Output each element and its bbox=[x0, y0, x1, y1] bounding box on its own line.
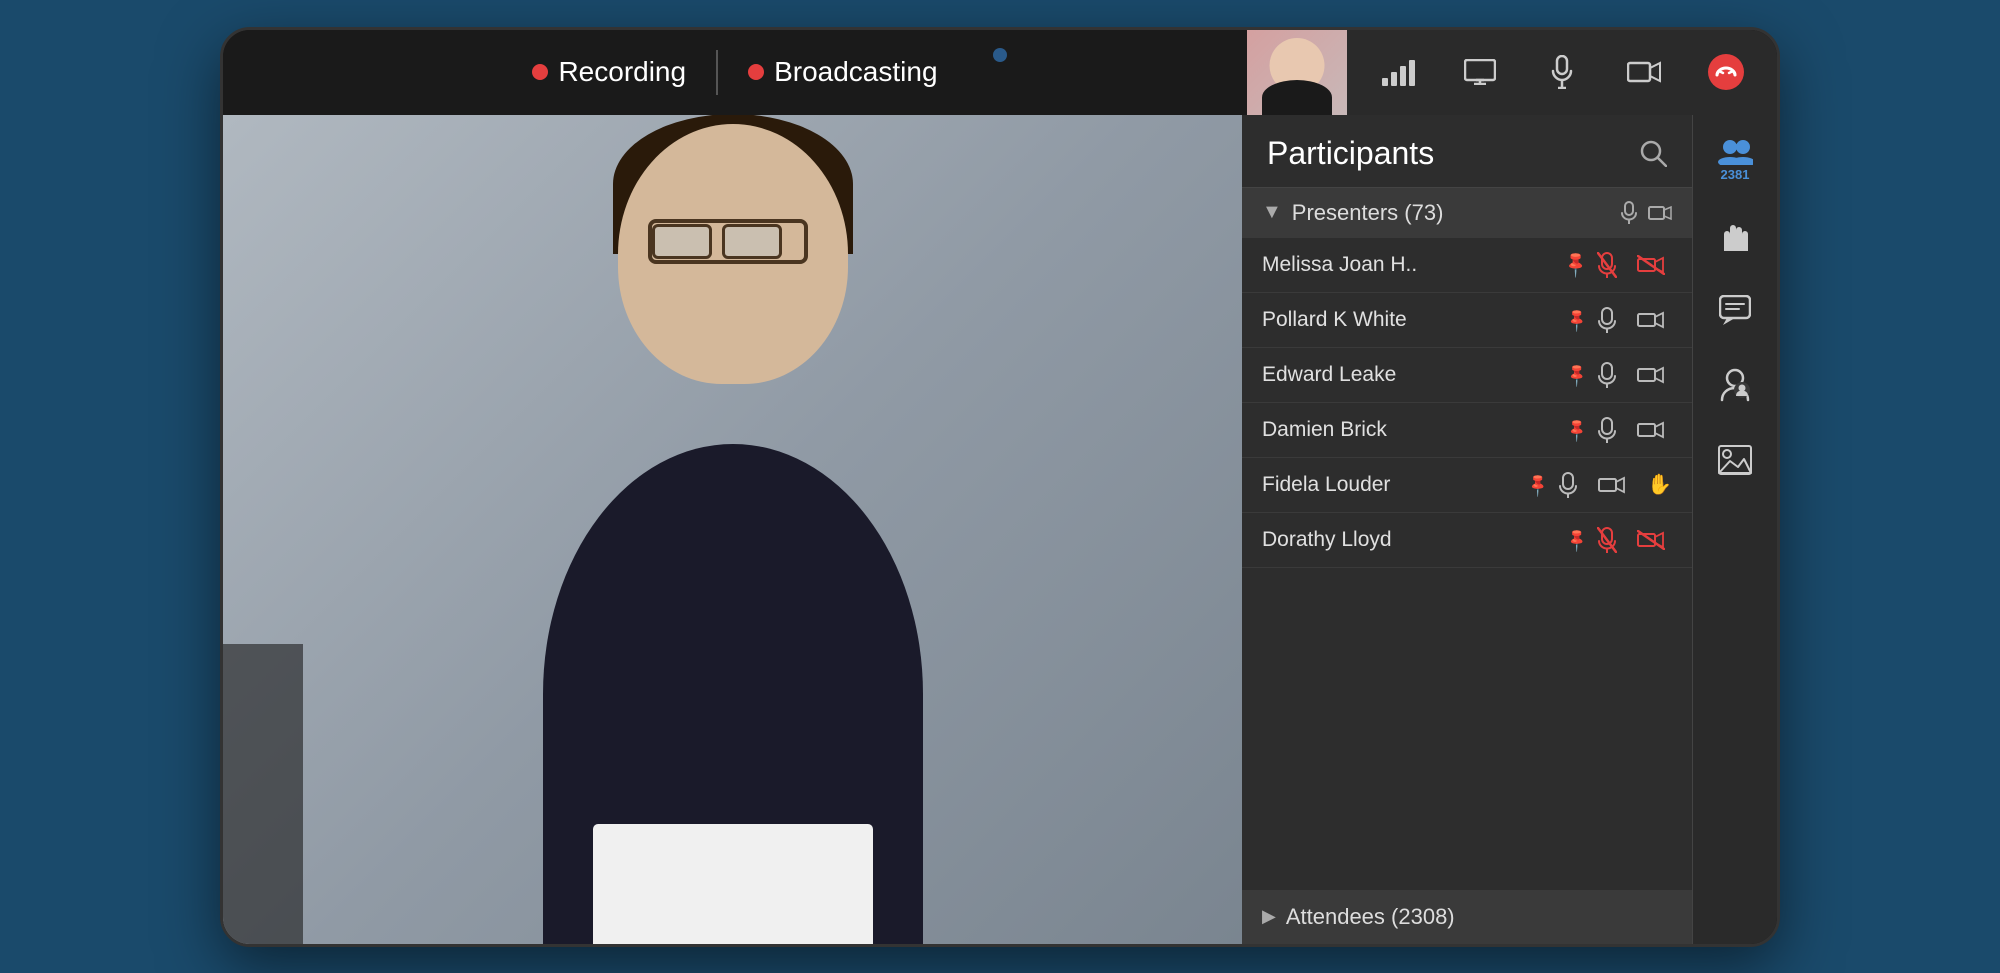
recording-status: Recording bbox=[532, 56, 686, 88]
mic-off-icon bbox=[1597, 527, 1627, 553]
sidebar-participants-button[interactable]: 2381 bbox=[1700, 125, 1770, 195]
raise-hand-small-icon: ✋ bbox=[1647, 472, 1672, 497]
section-mic-icon bbox=[1620, 201, 1638, 225]
participant-name: Fidela Louder bbox=[1262, 473, 1518, 497]
participants-panel: Participants ▼ Presenters (73) bbox=[1242, 115, 1692, 944]
mic-on-icon bbox=[1558, 472, 1588, 498]
participant-row: Melissa Joan H.. 📌 bbox=[1242, 238, 1692, 293]
pin-icon: 📌 bbox=[1563, 415, 1591, 443]
small-figure bbox=[223, 644, 303, 944]
top-bar: Recording Broadcasting bbox=[223, 30, 1777, 115]
panel-header: Participants bbox=[1242, 115, 1692, 188]
panel-title: Participants bbox=[1267, 135, 1434, 172]
search-button[interactable] bbox=[1639, 139, 1667, 167]
participant-row: Dorathy Lloyd 📌 bbox=[1242, 513, 1692, 568]
mic-on-icon bbox=[1597, 362, 1627, 388]
camera-icon[interactable] bbox=[1619, 47, 1669, 97]
participant-row: Pollard K White 📌 bbox=[1242, 293, 1692, 348]
avatar-body bbox=[1262, 80, 1332, 115]
broadcasting-status: Broadcasting bbox=[748, 56, 937, 88]
video-background bbox=[223, 115, 1242, 944]
recording-area: Recording Broadcasting bbox=[223, 50, 1247, 95]
participant-name: Dorathy Lloyd bbox=[1262, 528, 1557, 552]
participant-count: 2381 bbox=[1721, 167, 1750, 182]
attendees-label: Attendees (2308) bbox=[1286, 904, 1455, 930]
cam-on-icon bbox=[1637, 365, 1672, 385]
end-call-icon[interactable] bbox=[1701, 47, 1751, 97]
recording-dot bbox=[532, 64, 548, 80]
mic-off-icon bbox=[1597, 252, 1627, 278]
attendees-section[interactable]: ▶ Attendees (2308) bbox=[1242, 890, 1692, 944]
sidebar-raise-hand-button[interactable] bbox=[1700, 200, 1770, 270]
cam-on-icon bbox=[1598, 475, 1633, 495]
recording-label: Recording bbox=[558, 56, 686, 88]
cam-on-icon bbox=[1637, 420, 1672, 440]
participant-name: Pollard K White bbox=[1262, 308, 1557, 332]
participant-name: Edward Leake bbox=[1262, 363, 1557, 387]
participant-row: Fidela Louder 📌 bbox=[1242, 458, 1692, 513]
header-right bbox=[1247, 30, 1777, 115]
presenters-section-header[interactable]: ▼ Presenters (73) bbox=[1242, 188, 1692, 238]
participant-row: Damien Brick 📌 bbox=[1242, 403, 1692, 458]
shirt bbox=[593, 824, 873, 944]
signal-icon[interactable] bbox=[1373, 47, 1423, 97]
cam-on-icon bbox=[1637, 310, 1672, 330]
sidebar-media-button[interactable] bbox=[1700, 425, 1770, 495]
pin-icon: 📌 bbox=[1524, 470, 1552, 498]
video-area bbox=[223, 115, 1242, 944]
section-cam-icon bbox=[1648, 204, 1672, 222]
right-sidebar: 2381 bbox=[1692, 115, 1777, 944]
cam-off-icon bbox=[1637, 530, 1672, 550]
participant-name: Damien Brick bbox=[1262, 418, 1557, 442]
mic-on-icon bbox=[1597, 307, 1627, 333]
participant-row: Edward Leake 📌 bbox=[1242, 348, 1692, 403]
sidebar-chat-button[interactable] bbox=[1700, 275, 1770, 345]
header-icons bbox=[1347, 47, 1777, 97]
body bbox=[543, 444, 923, 944]
head bbox=[618, 124, 848, 384]
sidebar-qa-button[interactable] bbox=[1700, 350, 1770, 420]
device-frame: Recording Broadcasting bbox=[220, 27, 1780, 947]
mic-on-icon bbox=[1597, 417, 1627, 443]
presenter-video bbox=[408, 115, 1058, 944]
participants-list: Melissa Joan H.. 📌 bbox=[1242, 238, 1692, 568]
microphone-icon[interactable] bbox=[1537, 47, 1587, 97]
main-content: Participants ▼ Presenters (73) bbox=[223, 115, 1777, 944]
broadcasting-label: Broadcasting bbox=[774, 56, 937, 88]
participant-name: Melissa Joan H.. bbox=[1262, 253, 1555, 277]
pin-icon: 📌 bbox=[1563, 525, 1591, 553]
pin-icon: 📌 bbox=[1560, 249, 1591, 280]
screen-share-icon[interactable] bbox=[1455, 47, 1505, 97]
cam-off-icon bbox=[1637, 255, 1672, 275]
avatar-thumbnail bbox=[1247, 30, 1347, 115]
presenters-label: Presenters (73) bbox=[1292, 200, 1610, 226]
camera-dot bbox=[993, 48, 1007, 62]
status-divider bbox=[716, 50, 718, 95]
pin-icon: 📌 bbox=[1563, 305, 1591, 333]
pin-icon: 📌 bbox=[1563, 360, 1591, 388]
broadcasting-dot bbox=[748, 64, 764, 80]
